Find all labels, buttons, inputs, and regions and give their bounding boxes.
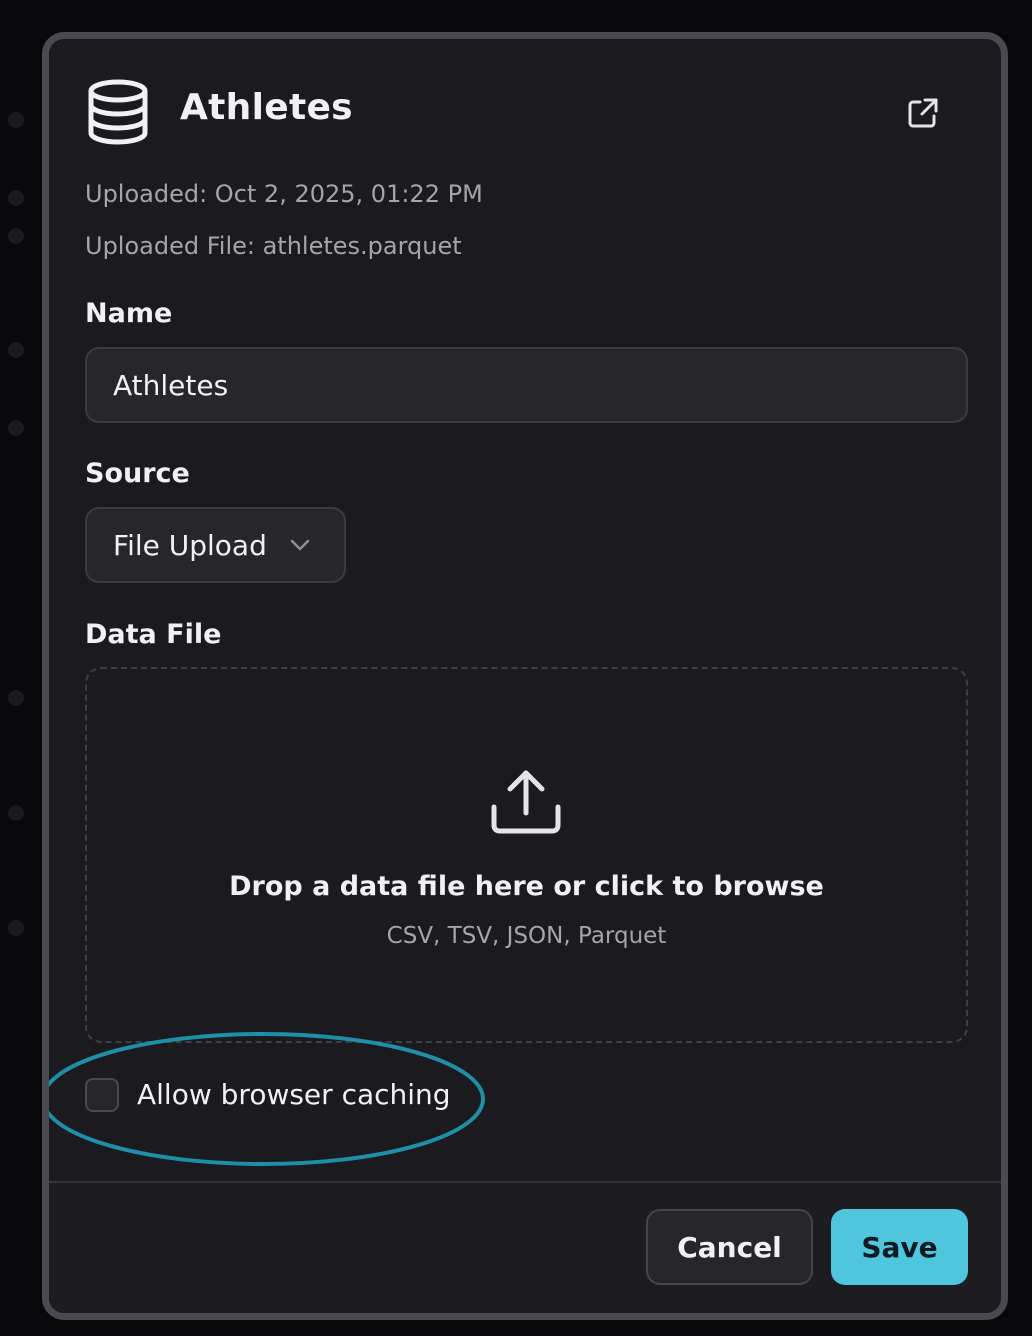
database-icon (88, 79, 148, 145)
background-dot (8, 805, 24, 821)
save-button[interactable]: Save (831, 1209, 968, 1285)
background-dot (8, 420, 24, 436)
file-dropzone[interactable]: Drop a data file here or click to browse… (85, 667, 968, 1043)
uploaded-file: Uploaded File: athletes.parquet (85, 232, 462, 260)
background-dot (8, 342, 24, 358)
edit-dataset-dialog: Athletes Uploaded: Oct 2, 2025, 01:22 PM… (42, 32, 1008, 1320)
background-dot (8, 112, 24, 128)
background-dot (8, 920, 24, 936)
browser-caching-checkbox[interactable] (85, 1078, 119, 1112)
dropzone-formats: CSV, TSV, JSON, Parquet (386, 923, 667, 949)
footer-divider (49, 1181, 1001, 1183)
dialog-title: Athletes (180, 87, 353, 128)
browser-caching-label[interactable]: Allow browser caching (137, 1078, 451, 1111)
dropzone-instruction: Drop a data file here or click to browse (229, 871, 824, 902)
source-label: Source (85, 458, 190, 489)
external-link-icon[interactable] (905, 95, 941, 131)
name-label: Name (85, 298, 173, 329)
background-dot (8, 190, 24, 206)
background-dot (8, 228, 24, 244)
name-input[interactable] (85, 347, 968, 423)
cancel-button[interactable]: Cancel (646, 1209, 813, 1285)
data-file-label: Data File (85, 619, 222, 650)
uploaded-date: Uploaded: Oct 2, 2025, 01:22 PM (85, 180, 483, 208)
background-dot (8, 690, 24, 706)
upload-icon (491, 770, 561, 834)
source-select-value: File Upload (113, 529, 267, 562)
chevron-down-icon (290, 539, 310, 551)
source-select[interactable]: File Upload (85, 507, 346, 583)
